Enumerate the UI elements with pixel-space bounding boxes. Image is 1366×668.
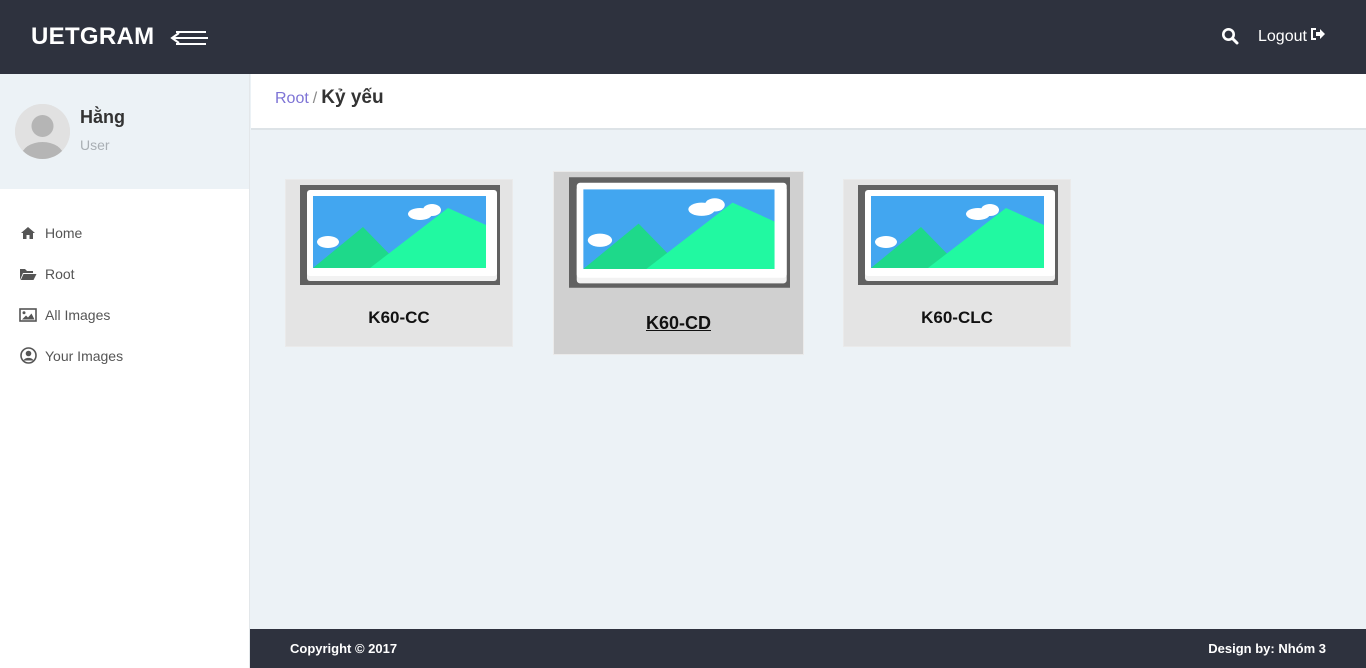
brand-logo[interactable]: UETGRAM [31,23,154,51]
album-card[interactable]: K60-CLC [843,179,1071,347]
album-thumbnail-icon [300,185,500,290]
avatar[interactable] [15,104,70,159]
sidebar-nav: Home Root All Images Your Images [0,212,249,376]
breadcrumb-root-link[interactable]: Root [275,90,309,108]
home-icon [19,225,37,241]
album-label: K60-CC [368,308,430,327]
breadcrumb: Root / Kỷ yếu [275,87,384,109]
album-thumbnail-icon [858,185,1058,290]
footer-credits: Design by: Nhóm 3 [1208,641,1326,656]
album-thumbnail-icon [569,177,790,293]
breadcrumb-current: Kỷ yếu [321,87,384,108]
sign-out-icon [1310,27,1326,46]
top-navbar: UETGRAM Logout [0,0,1366,74]
user-panel: Hằng User [0,74,249,189]
logout-label: Logout [1258,27,1307,45]
sidebar-item-all-images[interactable]: All Images [0,294,249,335]
user-role: User [80,137,110,153]
image-icon [19,307,37,323]
footer: Copyright © 2017 Design by: Nhóm 3 [250,629,1366,668]
album-label: K60-CD [645,313,711,333]
album-card[interactable]: K60-CC [285,179,513,347]
menu-toggle-icon[interactable] [170,28,208,48]
sidebar-item-your-images[interactable]: Your Images [0,335,249,376]
sidebar: Hằng User Home Root All Images Your Imag… [0,74,250,668]
folder-open-icon [19,266,37,282]
search-icon[interactable] [1221,27,1241,47]
logout-button[interactable]: Logout [1258,27,1326,46]
user-name: Hằng [80,107,125,127]
album-label: K60-CLC [921,308,993,327]
sidebar-item-label: All Images [45,306,111,323]
footer-copyright: Copyright © 2017 [290,641,398,656]
sidebar-item-root[interactable]: Root [0,253,249,294]
sidebar-item-label: Home [45,224,83,241]
album-card[interactable]: K60-CD [553,171,804,355]
user-circle-icon [19,347,37,364]
sidebar-item-home[interactable]: Home [0,212,249,253]
sidebar-item-label: Your Images [45,347,124,364]
breadcrumb-separator: / [312,90,318,107]
breadcrumb-bar: Root / Kỷ yếu [251,74,1366,130]
sidebar-item-label: Root [45,265,75,282]
